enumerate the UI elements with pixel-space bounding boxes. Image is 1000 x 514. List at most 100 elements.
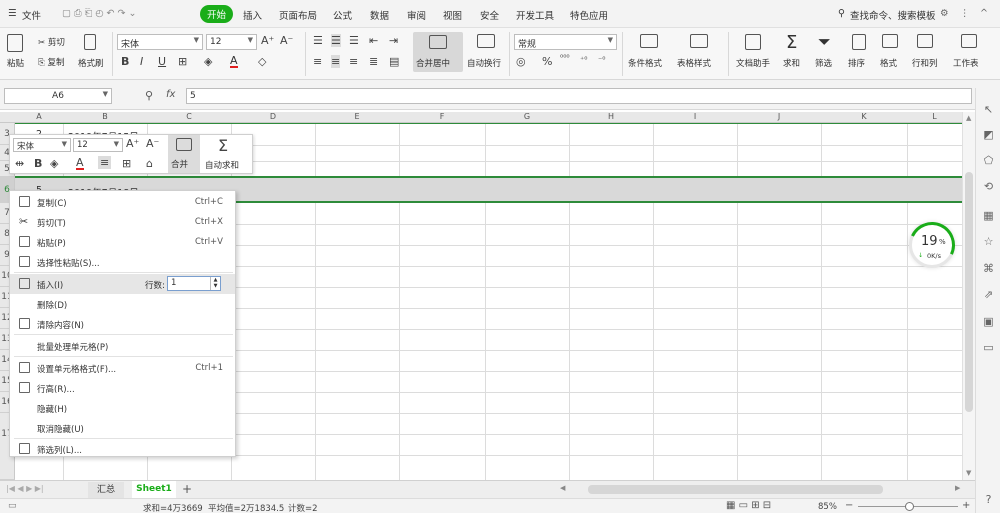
col-header-e[interactable]: E bbox=[315, 112, 399, 121]
conditional-format-icon[interactable] bbox=[640, 34, 658, 51]
tab-insert[interactable]: 插入 bbox=[243, 8, 262, 22]
tab-formula[interactable]: 公式 bbox=[333, 8, 352, 22]
format-painter-icon[interactable] bbox=[84, 34, 96, 53]
cursor-icon[interactable]: ↖ bbox=[982, 103, 995, 116]
worksheet-button[interactable]: 工作表 bbox=[953, 57, 979, 69]
decrease-font-icon[interactable]: A⁻ bbox=[146, 137, 159, 150]
clear-format-icon[interactable]: ◇ bbox=[258, 55, 266, 68]
paste-icon[interactable] bbox=[7, 34, 27, 52]
doc-helper-icon[interactable] bbox=[745, 34, 761, 53]
col-header-i[interactable]: I bbox=[653, 112, 737, 121]
command-search[interactable]: 查找命令、搜索模板 bbox=[850, 8, 936, 22]
stepper-icon[interactable]: ▲ ▼ bbox=[210, 277, 220, 290]
col-header-k[interactable]: K bbox=[821, 112, 907, 121]
help-icon[interactable]: ? bbox=[982, 493, 995, 506]
col-header-g[interactable]: G bbox=[485, 112, 569, 121]
fill-color-icon[interactable]: ◈ bbox=[50, 157, 58, 170]
fill-color-icon[interactable]: ◈ bbox=[204, 55, 212, 68]
zoom-in-icon[interactable]: + bbox=[962, 500, 970, 511]
image-icon[interactable]: ▣ bbox=[982, 315, 995, 328]
col-header-d[interactable]: D bbox=[231, 112, 315, 121]
bold-icon[interactable]: B bbox=[121, 55, 129, 68]
tab-page-layout[interactable]: 页面布局 bbox=[279, 8, 317, 22]
conditional-format-button[interactable]: 条件格式 bbox=[628, 57, 662, 69]
distributed-icon[interactable]: ▤ bbox=[389, 55, 399, 68]
col-header-a[interactable]: A bbox=[15, 112, 63, 121]
network-speed-widget[interactable]: 19 % ↓ 0K/s bbox=[902, 215, 962, 275]
align-bottom-icon[interactable]: ☰ bbox=[349, 34, 359, 47]
zoom-icon[interactable]: ⚲ bbox=[145, 89, 153, 102]
font-color-icon[interactable]: A bbox=[230, 55, 238, 68]
indent-icon[interactable]: ⇤ bbox=[369, 34, 378, 47]
tab-security[interactable]: 安全 bbox=[480, 8, 499, 22]
filter-icon[interactable]: ⏷ bbox=[818, 32, 831, 52]
decrease-font-icon[interactable]: A⁻ bbox=[280, 34, 293, 47]
row-col-icon[interactable] bbox=[917, 34, 933, 51]
tab-nav-icons[interactable]: |◀ ◀ ▶ ▶| bbox=[6, 484, 44, 493]
font-size-select[interactable]: 12 ▼ bbox=[206, 34, 257, 50]
scroll-thumb[interactable] bbox=[965, 172, 973, 412]
sum-icon[interactable]: Σ bbox=[218, 136, 228, 155]
bold-icon[interactable]: B bbox=[34, 157, 42, 170]
menu-item-filter-column[interactable]: 筛选列(L)... bbox=[10, 439, 235, 459]
wrap-text-button[interactable]: 自动换行 bbox=[467, 57, 501, 69]
view-mode-icons[interactable]: ▦ ▭ ⊞ ⊟ bbox=[726, 500, 771, 511]
align-right-icon[interactable]: ≡ bbox=[349, 55, 358, 68]
scroll-down-icon[interactable]: ▼ bbox=[966, 469, 971, 477]
quick-access-icons[interactable]: ▢ ⎙ ⎗ ◴ ↶ ↷ ⌄ bbox=[62, 8, 136, 19]
format-painter-icon[interactable]: ⌂ bbox=[146, 157, 153, 170]
style-icon[interactable]: ◩ bbox=[982, 128, 995, 141]
horizontal-scroll-thumb[interactable] bbox=[588, 485, 883, 494]
wrap-text-icon[interactable] bbox=[467, 34, 495, 51]
font-color-icon[interactable]: A bbox=[76, 157, 84, 170]
scroll-right-icon[interactable]: ▶ bbox=[955, 484, 960, 492]
increase-decimal-icon[interactable]: ⁺⁰ bbox=[580, 55, 587, 64]
format-button[interactable]: 格式 bbox=[880, 57, 897, 69]
shape-icon[interactable]: ⬠ bbox=[982, 154, 995, 167]
align-top-icon[interactable]: ☰ bbox=[313, 34, 323, 47]
filter-button[interactable]: 筛选 bbox=[815, 57, 832, 69]
indent-icon[interactable]: ⇹ bbox=[15, 157, 24, 170]
format-painter-button[interactable]: 格式刷 bbox=[78, 57, 104, 69]
collapse-icon[interactable]: ^ bbox=[980, 8, 988, 19]
underline-icon[interactable]: U bbox=[158, 55, 166, 68]
decrease-decimal-icon[interactable]: ⁻⁰ bbox=[598, 55, 605, 64]
menu-item-insert[interactable]: 插入(I) 行数: 1 ▲ ▼ bbox=[10, 274, 235, 294]
gallery-icon[interactable]: ▦ bbox=[982, 209, 995, 222]
mini-font-name-select[interactable]: 宋体 ▼ bbox=[13, 138, 71, 152]
backup-icon[interactable]: ⟲ bbox=[982, 180, 995, 193]
col-header-j[interactable]: J bbox=[737, 112, 821, 121]
menu-item-paste-special[interactable]: 选择性粘贴(S)... bbox=[10, 252, 235, 272]
worksheet-icon[interactable] bbox=[961, 34, 977, 51]
sum-icon[interactable]: Σ bbox=[786, 32, 797, 53]
menu-item-unhide[interactable]: 取消隐藏(U) bbox=[10, 418, 235, 438]
vertical-scrollbar[interactable]: ▲ ▼ bbox=[962, 112, 975, 480]
formula-input[interactable]: 5 bbox=[186, 88, 972, 104]
insert-rows-input[interactable]: 1 ▲ ▼ bbox=[167, 276, 221, 291]
zoom-out-icon[interactable]: − bbox=[845, 500, 853, 511]
sort-button[interactable]: 排序 bbox=[848, 57, 865, 69]
col-header-h[interactable]: H bbox=[569, 112, 653, 121]
align-middle-icon[interactable]: ☰ bbox=[331, 34, 341, 47]
align-center-icon[interactable]: ≡ bbox=[331, 55, 341, 68]
scroll-up-icon[interactable]: ▲ bbox=[966, 114, 971, 122]
doc-helper-button[interactable]: 文档助手 bbox=[736, 57, 770, 69]
col-header-f[interactable]: F bbox=[399, 112, 485, 121]
menu-item-row-height[interactable]: 行高(R)... bbox=[10, 378, 235, 398]
export-icon[interactable]: ⇗ bbox=[982, 288, 995, 301]
sort-icon[interactable] bbox=[852, 34, 866, 53]
mini-font-size-select[interactable]: 12 ▼ bbox=[73, 138, 123, 152]
tab-data[interactable]: 数据 bbox=[370, 8, 389, 22]
zoom-level[interactable]: 85% bbox=[818, 502, 837, 512]
menu-item-paste[interactable]: 粘贴(P) Ctrl+V bbox=[10, 232, 235, 252]
border-icon[interactable]: ⊞ bbox=[178, 55, 187, 68]
menu-item-clear[interactable]: 清除内容(N) bbox=[10, 314, 235, 334]
sheet-tab-summary[interactable]: 汇总 bbox=[88, 482, 124, 498]
tab-developer[interactable]: 开发工具 bbox=[516, 8, 554, 22]
more-icon[interactable]: ⋮ bbox=[960, 8, 970, 19]
copy-button[interactable]: ⎘ 复制 bbox=[38, 56, 65, 68]
star-icon[interactable]: ☆ bbox=[982, 235, 995, 248]
name-box[interactable]: A6 ▼ bbox=[4, 88, 112, 104]
align-left-icon[interactable]: ≡ bbox=[313, 55, 322, 68]
scroll-left-icon[interactable]: ◀ bbox=[560, 484, 565, 492]
